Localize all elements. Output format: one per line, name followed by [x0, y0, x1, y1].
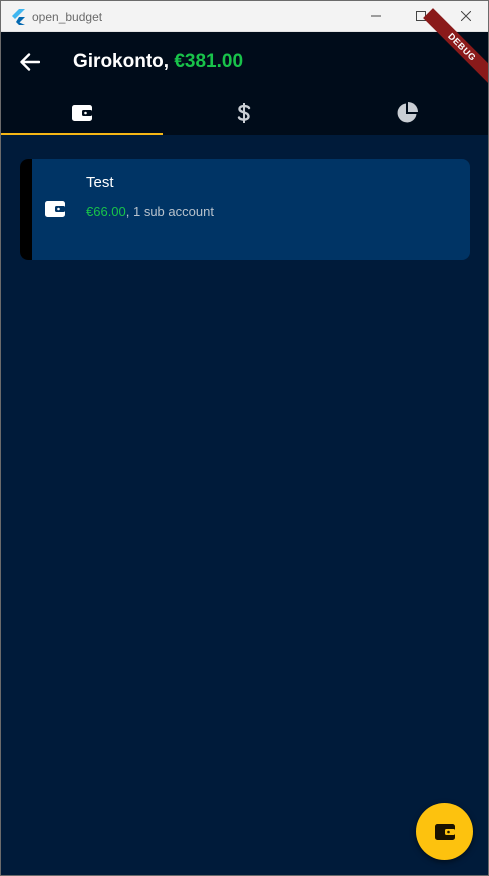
app-window: open_budget Girokonto, €381.00 DEBUG Tes… [0, 0, 489, 876]
tab-transactions[interactable] [163, 90, 325, 135]
account-amount: €66.00 [86, 204, 126, 219]
minimize-icon [371, 15, 381, 17]
dollar-icon [238, 102, 251, 123]
account-summary: €66.00, 1 sub account [86, 204, 214, 219]
back-button[interactable] [16, 48, 44, 76]
window-title: open_budget [32, 10, 103, 24]
wallet-icon [72, 104, 93, 121]
tab-statistics[interactable] [326, 90, 488, 135]
wallet-icon [434, 823, 455, 840]
account-card[interactable]: Test €66.00, 1 sub account [20, 159, 470, 260]
account-name: Girokonto, [73, 51, 170, 72]
app-bar: Girokonto, €381.00 DEBUG [1, 8, 488, 135]
account-balance: €381.00 [174, 51, 244, 72]
minimize-button[interactable] [353, 1, 399, 31]
page-title: Girokonto, €381.00 [73, 51, 243, 73]
arrow-left-icon [20, 53, 40, 71]
account-color-strip [20, 159, 32, 260]
flutter-logo-icon [12, 9, 25, 25]
tab-indicator [1, 133, 164, 135]
tab-accounts[interactable] [1, 90, 164, 135]
pie-chart-icon [397, 101, 418, 122]
tab-bar [1, 90, 488, 135]
account-detail: , 1 sub account [125, 204, 214, 219]
wallet-icon [45, 201, 65, 217]
title-bar: open_budget [1, 1, 488, 32]
add-account-button[interactable] [416, 803, 473, 860]
close-icon [461, 11, 471, 21]
account-title: Test [86, 174, 114, 191]
